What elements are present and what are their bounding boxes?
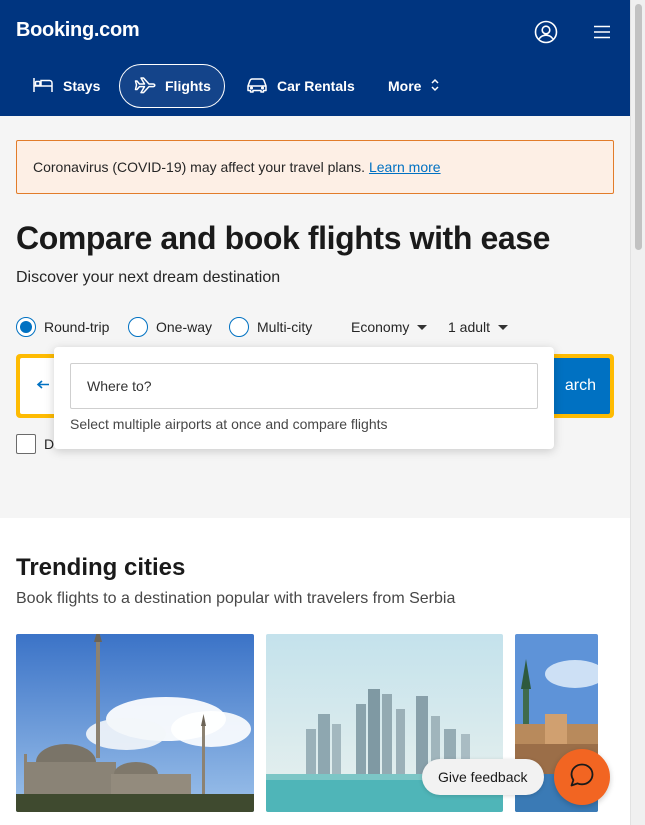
- header: Booking.com Stays Flights Car Rentals Mo…: [0, 0, 630, 116]
- trending-title: Trending cities: [16, 554, 186, 581]
- car-icon: [246, 76, 268, 97]
- scrollbar-thumb[interactable]: [635, 4, 642, 250]
- nav-tab-car-rentals[interactable]: Car Rentals: [232, 64, 369, 108]
- nav-tab-flights[interactable]: Flights: [119, 64, 225, 108]
- chat-bubble-icon: [568, 761, 596, 794]
- search-button-label: arch: [564, 377, 596, 394]
- nav-tab-label: Flights: [165, 78, 211, 94]
- learn-more-link[interactable]: Learn more: [369, 159, 441, 175]
- page-subtitle: Discover your next dream destination: [16, 269, 281, 286]
- city-card-istanbul[interactable]: [16, 634, 254, 812]
- swap-arrows-icon[interactable]: [36, 378, 52, 396]
- bed-icon: [32, 76, 54, 97]
- alert-text: Coronavirus (COVID-19) may affect your t…: [33, 159, 365, 175]
- search-section: Coronavirus (COVID-19) may affect your t…: [0, 116, 630, 518]
- page-scrollbar[interactable]: [630, 0, 645, 825]
- trip-type-one-way[interactable]: One-way: [128, 316, 212, 338]
- trip-type-round-trip[interactable]: Round-trip: [16, 316, 109, 338]
- destination-input[interactable]: [70, 363, 538, 409]
- caret-down-icon: [498, 324, 509, 330]
- radio-button[interactable]: [229, 317, 249, 337]
- destination-hint: Select multiple airports at once and com…: [70, 416, 388, 432]
- direct-flights-checkbox[interactable]: [16, 434, 36, 454]
- page-title: Compare and book flights with ease: [16, 220, 551, 256]
- radio-label: Round-trip: [44, 319, 110, 335]
- chat-button[interactable]: [554, 749, 610, 805]
- hamburger-menu-icon[interactable]: [590, 20, 614, 44]
- destination-popup: Select multiple airports at once and com…: [54, 347, 554, 449]
- plane-icon: [134, 76, 156, 97]
- give-feedback-label: Give feedback: [438, 769, 528, 785]
- cabin-class-value: Economy: [351, 319, 410, 335]
- radio-label: One-way: [156, 319, 213, 335]
- logo[interactable]: Booking.com: [16, 19, 140, 42]
- give-feedback-button[interactable]: Give feedback: [422, 759, 544, 795]
- caret-down-icon: [417, 324, 428, 330]
- radio-label: Multi-city: [257, 319, 313, 335]
- covid-alert: Coronavirus (COVID-19) may affect your t…: [16, 140, 614, 194]
- radio-button[interactable]: [128, 317, 148, 337]
- cabin-class-dropdown[interactable]: Economy: [351, 316, 428, 338]
- nav-tab-stays[interactable]: Stays: [18, 64, 114, 108]
- radio-button[interactable]: [16, 317, 36, 337]
- direct-flights-label: D: [44, 436, 55, 452]
- city-image: [16, 634, 254, 812]
- passengers-dropdown[interactable]: 1 adult: [448, 316, 509, 338]
- trip-type-multi-city[interactable]: Multi-city: [229, 316, 312, 338]
- nav-tab-label: More: [388, 78, 422, 94]
- trending-subtitle: Book flights to a destination popular wi…: [16, 590, 456, 607]
- nav-tab-label: Car Rentals: [277, 78, 355, 94]
- passengers-value: 1 adult: [448, 319, 491, 335]
- account-icon[interactable]: [534, 20, 558, 44]
- chevron-updown-icon: [430, 78, 440, 95]
- nav-tab-more[interactable]: More: [374, 64, 454, 108]
- page: Booking.com Stays Flights Car Rentals Mo…: [0, 0, 645, 825]
- nav-tab-label: Stays: [63, 78, 101, 94]
